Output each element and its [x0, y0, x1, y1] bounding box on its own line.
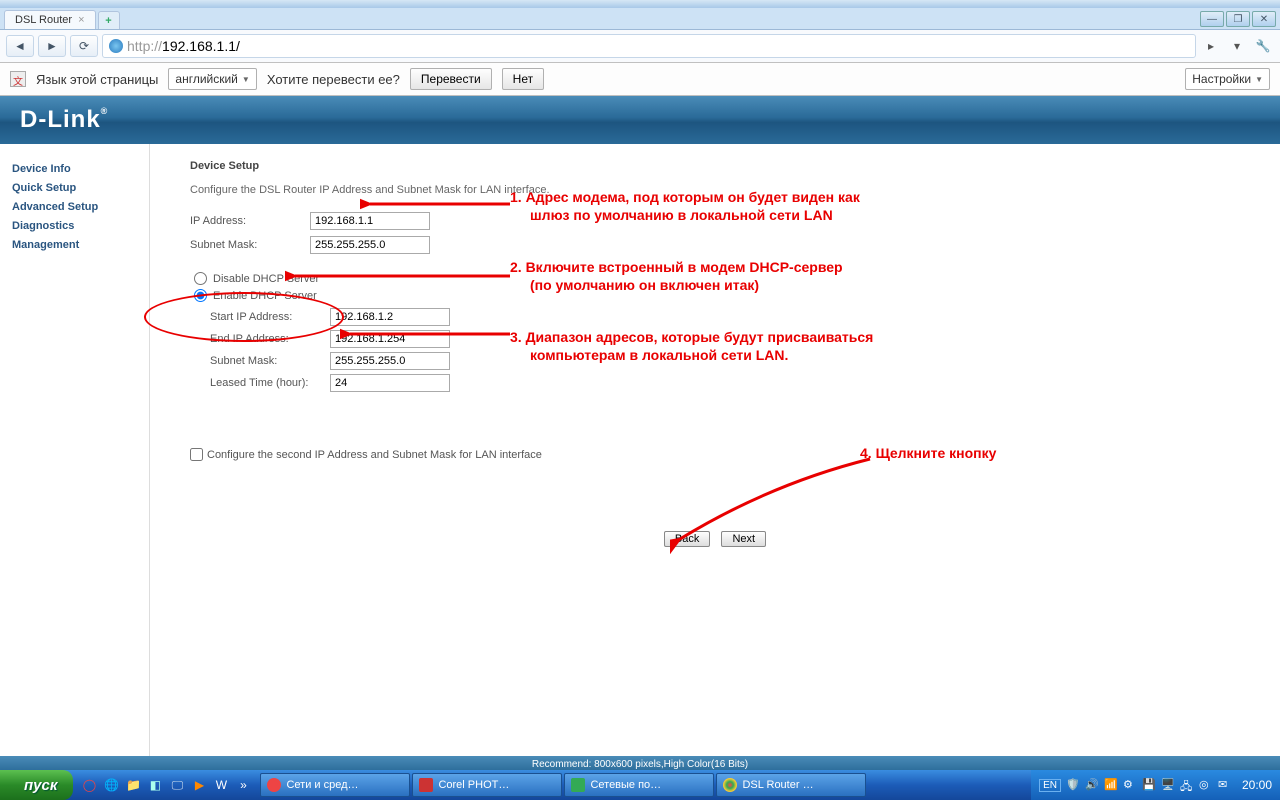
annotation-1: 1. Адрес модема, под которым он будет ви…: [510, 188, 860, 224]
url-text: http://192.168.1.1/: [127, 38, 240, 54]
next-button[interactable]: Next: [721, 531, 766, 547]
start-ip-input[interactable]: [330, 308, 450, 326]
end-ip-label: End IP Address:: [210, 333, 330, 345]
start-button[interactable]: пуск: [0, 770, 73, 800]
second-ip-checkbox-row[interactable]: Configure the second IP Address and Subn…: [190, 448, 1240, 461]
quick-launch: ◯ 🌐 📁 ◧ 🖵 ▶ W »: [73, 774, 259, 796]
wrench-icon[interactable]: 🔧: [1252, 35, 1274, 57]
second-ip-checkbox[interactable]: [190, 448, 203, 461]
ip-address-input[interactable]: [310, 212, 430, 230]
close-icon[interactable]: ×: [78, 14, 84, 26]
leased-time-input[interactable]: [330, 374, 450, 392]
back-button[interactable]: ◄: [6, 35, 34, 57]
tab-row: DSL Router × + — ❐ ✕: [0, 8, 1280, 30]
task-item-4[interactable]: DSL Router …: [716, 773, 866, 797]
subnet-mask-input[interactable]: [310, 236, 430, 254]
tab-dsl-router[interactable]: DSL Router ×: [4, 10, 96, 29]
go-button[interactable]: ▸: [1200, 35, 1222, 57]
ql-media-icon[interactable]: ▶: [189, 774, 209, 796]
ql-explorer-icon[interactable]: 📁: [123, 774, 143, 796]
translate-icon: [10, 71, 26, 87]
translate-bar: Язык этой страницы английский Хотите пер…: [0, 63, 1280, 96]
sidebar-item-advanced-setup[interactable]: Advanced Setup: [12, 198, 137, 217]
disable-dhcp-label: Disable DHCP Server: [213, 273, 319, 285]
globe-icon: [109, 39, 123, 53]
arrow-1-icon: [360, 194, 520, 214]
ql-app-icon[interactable]: ◧: [145, 774, 165, 796]
translate-settings[interactable]: Настройки: [1185, 68, 1270, 90]
clock[interactable]: 20:00: [1237, 778, 1272, 792]
sidebar-item-quick-setup[interactable]: Quick Setup: [12, 179, 137, 198]
translate-prompt-1: Язык этой страницы: [36, 72, 158, 87]
back-button-router[interactable]: Back: [664, 531, 710, 547]
leased-time-label: Leased Time (hour):: [210, 377, 330, 389]
tray-icon-5[interactable]: 💾: [1142, 778, 1156, 792]
sidebar-item-device-info[interactable]: Device Info: [12, 160, 137, 179]
dhcp-mask-label: Subnet Mask:: [210, 355, 330, 367]
language-indicator[interactable]: EN: [1039, 779, 1061, 792]
annotation-3: 3. Диапазон адресов, которые будут присв…: [510, 328, 873, 364]
end-ip-input[interactable]: [330, 330, 450, 348]
subnet-mask-label: Subnet Mask:: [190, 239, 310, 251]
ip-address-label: IP Address:: [190, 215, 310, 227]
main-content: Device Setup Configure the DSL Router IP…: [150, 144, 1280, 756]
new-tab-button[interactable]: +: [98, 11, 120, 29]
dlink-header: D-Link: [0, 96, 1280, 144]
minimize-button[interactable]: —: [1200, 11, 1224, 27]
address-bar[interactable]: http://192.168.1.1/: [102, 34, 1196, 58]
tray-icon-8[interactable]: ◎: [1199, 778, 1213, 792]
second-ip-label: Configure the second IP Address and Subn…: [207, 449, 542, 461]
page-title: Device Setup: [190, 160, 1240, 172]
annotation-4: 4. Щелкните кнопку: [860, 444, 996, 462]
task-item-3[interactable]: Сетевые по…: [564, 773, 714, 797]
tray-icon-3[interactable]: 📶: [1104, 778, 1118, 792]
browser-toolbar: ◄ ► ⟳ http://192.168.1.1/ ▸ ▾ 🔧: [0, 30, 1280, 63]
ql-chevron-icon[interactable]: »: [233, 774, 253, 796]
reload-button[interactable]: ⟳: [70, 35, 98, 57]
disable-dhcp-input[interactable]: [194, 272, 207, 285]
language-select[interactable]: английский: [168, 68, 256, 90]
ql-opera-icon[interactable]: ◯: [79, 774, 99, 796]
enable-dhcp-input[interactable]: [194, 289, 207, 302]
task-item-2[interactable]: Corel PHOT…: [412, 773, 562, 797]
start-ip-label: Start IP Address:: [210, 311, 330, 323]
tray-icon-9[interactable]: ✉: [1218, 778, 1232, 792]
ql-chrome-icon[interactable]: 🌐: [101, 774, 121, 796]
tray-icon-6[interactable]: 🖥️: [1161, 778, 1175, 792]
forward-button[interactable]: ►: [38, 35, 66, 57]
no-button[interactable]: Нет: [502, 68, 544, 90]
sidebar-item-diagnostics[interactable]: Diagnostics: [12, 217, 137, 236]
tray-icon-4[interactable]: ⚙: [1123, 778, 1137, 792]
system-tray: EN 🛡️ 🔊 📶 ⚙ 💾 🖥️ 🖧 ◎ ✉ 20:00: [1031, 770, 1280, 800]
translate-prompt-2: Хотите перевести ее?: [267, 72, 400, 87]
sidebar-item-management[interactable]: Management: [12, 236, 137, 255]
page-menu-button[interactable]: ▾: [1226, 35, 1248, 57]
tray-icon-2[interactable]: 🔊: [1085, 778, 1099, 792]
taskbar: пуск ◯ 🌐 📁 ◧ 🖵 ▶ W » Сети и сред… Corel …: [0, 770, 1280, 800]
ql-word-icon[interactable]: W: [211, 774, 231, 796]
tray-icon-1[interactable]: 🛡️: [1066, 778, 1080, 792]
enable-dhcp-label: Enable DHCP Server: [213, 290, 317, 302]
dhcp-mask-input[interactable]: [330, 352, 450, 370]
sidebar: Device Info Quick Setup Advanced Setup D…: [0, 144, 150, 756]
ql-desktop-icon[interactable]: 🖵: [167, 774, 187, 796]
close-window-button[interactable]: ✕: [1252, 11, 1276, 27]
maximize-button[interactable]: ❐: [1226, 11, 1250, 27]
annotation-2: 2. Включите встроенный в модем DHCP-серв…: [510, 258, 843, 294]
translate-button[interactable]: Перевести: [410, 68, 492, 90]
task-item-1[interactable]: Сети и сред…: [260, 773, 410, 797]
dlink-logo: D-Link: [20, 106, 108, 134]
tab-title: DSL Router: [15, 14, 72, 26]
tray-icon-7[interactable]: 🖧: [1180, 778, 1194, 792]
